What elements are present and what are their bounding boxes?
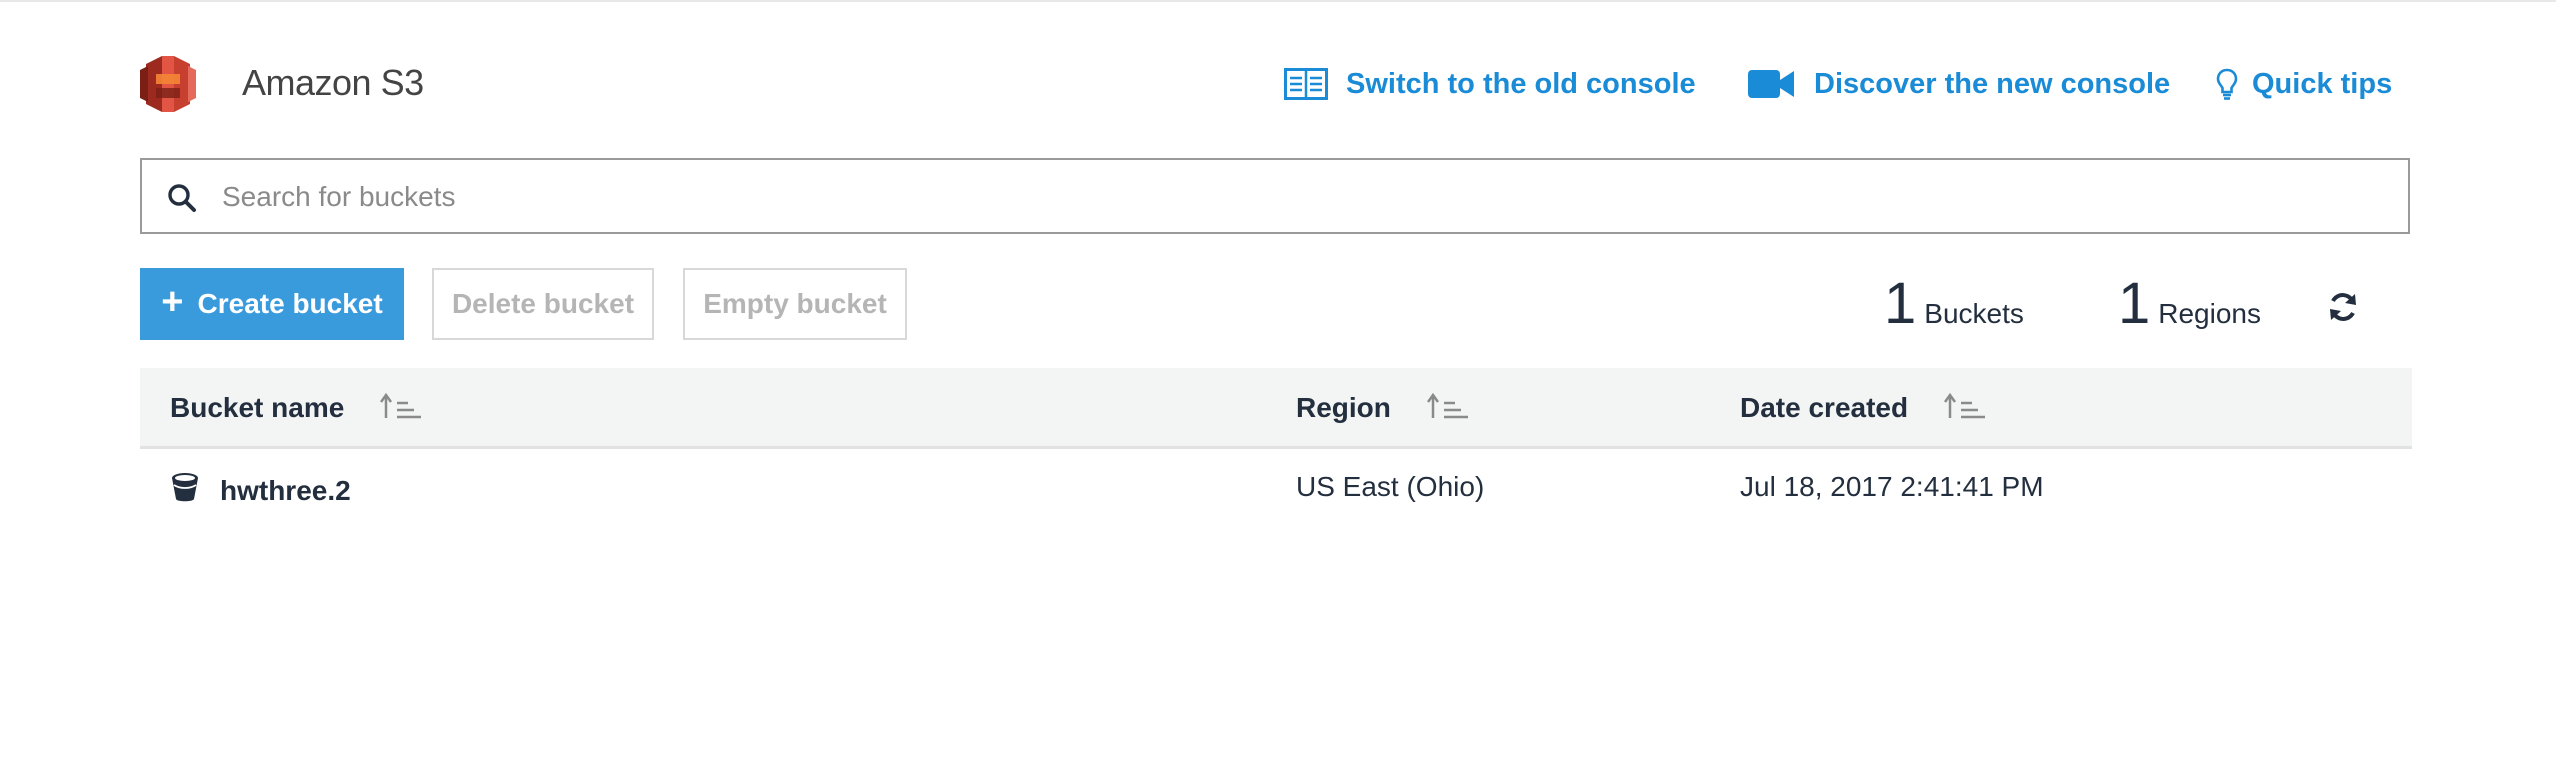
search-input[interactable] [220,174,2374,220]
create-bucket-button[interactable]: + Create bucket [140,268,404,340]
bucket-date-cell: Jul 18, 2017 2:41:41 PM [1740,471,2044,502]
table-header: Bucket name Region Date created [140,368,2412,449]
regions-count-number: 1 [2118,271,2151,336]
video-camera-icon [1748,68,1796,100]
bucket-region-cell: US East (Ohio) [1296,471,1485,502]
bucket-name-cell[interactable]: hwthree.2 [170,471,351,510]
column-date-created[interactable]: Date created [1740,388,1986,427]
s3-logo [140,50,196,118]
column-bucket-name[interactable]: Bucket name [170,388,422,427]
empty-bucket-label: Empty bucket [703,288,887,319]
column-date-created-label: Date created [1740,391,1909,423]
column-region-label: Region [1296,391,1391,423]
column-bucket-name-label: Bucket name [170,391,345,423]
empty-bucket-button[interactable]: Empty bucket [683,268,907,340]
discover-new-console-link[interactable]: Discover the new console [1748,64,2170,104]
top-divider [0,0,2556,2]
sort-icon[interactable] [1426,392,1469,427]
lightbulb-icon [2216,68,2238,100]
column-region[interactable]: Region [1296,388,1469,427]
switch-old-console-label: Switch to the old console [1346,67,1696,100]
search-icon [166,182,198,219]
buckets-count-label: Buckets [1924,298,2024,329]
bucket-search-box[interactable] [140,158,2410,234]
regions-count-label: Regions [2158,298,2261,329]
switch-old-console-link[interactable]: Switch to the old console [1284,64,1696,104]
quick-tips-link[interactable]: Quick tips [2216,64,2392,104]
delete-bucket-label: Delete bucket [451,288,635,319]
app-title: Amazon S3 [242,62,424,103]
sort-icon[interactable] [1944,392,1986,427]
plus-icon: + [161,281,184,323]
table-row[interactable]: hwthree.2 US East (Ohio) Jul 18, 2017 2:… [140,449,2412,533]
quick-tips-label: Quick tips [2252,67,2393,100]
delete-bucket-button[interactable]: Delete bucket [432,268,654,340]
discover-new-console-label: Discover the new console [1814,67,2171,100]
bucket-icon [170,471,200,510]
buckets-count-number: 1 [1884,271,1917,336]
page-header: Amazon S3 Switch to the old console Disc… [140,44,2412,124]
refresh-icon[interactable] [2326,290,2360,324]
console-icon [1284,68,1328,100]
bucket-name-link[interactable]: hwthree.2 [220,475,351,507]
create-bucket-label: Create bucket [197,288,383,319]
buckets-count: 1 Buckets [1884,268,2024,340]
buckets-table: Bucket name Region Date created hwthree.… [140,368,2412,533]
sort-icon[interactable] [380,392,422,427]
regions-count: 1 Regions [2118,268,2261,340]
